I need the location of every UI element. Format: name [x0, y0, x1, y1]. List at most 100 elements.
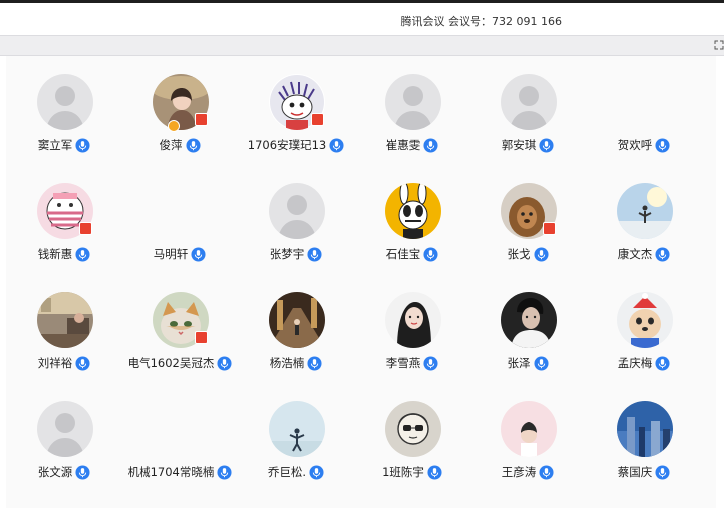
participant-tile[interactable]: 杨浩楠 [238, 274, 354, 374]
participant-tile[interactable]: 电气1602吴冠杰 [122, 274, 238, 374]
participant-tile[interactable]: 张泽 [470, 274, 586, 374]
participant-name-row: 张梦宇 [238, 245, 354, 263]
participant-tile[interactable]: 崔惠雯 [354, 56, 470, 156]
participant-tile[interactable]: 刘祥裕 [6, 274, 122, 374]
microphone-icon[interactable] [309, 464, 324, 480]
microphone-icon[interactable] [655, 137, 670, 153]
participant-name-row: 张文源 [6, 463, 122, 481]
participant-avatar [385, 74, 441, 130]
microphone-icon[interactable] [533, 246, 549, 262]
participant-name-row: 李雪燕 [354, 354, 470, 372]
video-badge-icon [311, 113, 324, 126]
microphone-icon[interactable] [655, 464, 670, 480]
participant-name: 俊萍 [159, 138, 183, 152]
participant-tile[interactable]: 1班陈宇 [354, 383, 470, 483]
participant-avatar [37, 292, 93, 348]
participant-name: 蔡国庆 [617, 465, 653, 479]
participant-name-row: 乔巨松. [238, 463, 354, 481]
participant-tile[interactable]: 贺欢呼 [586, 56, 702, 156]
participant-avatar [617, 401, 673, 457]
participant-tile[interactable]: 石佳宝 [354, 165, 470, 265]
participant-name: 乔巨松. [267, 465, 307, 479]
participant-name: 张泽 [507, 356, 531, 370]
toolbar-strip [0, 35, 724, 56]
participant-name-row: 杨浩楠 [238, 354, 354, 372]
microphone-icon[interactable] [185, 137, 201, 153]
video-badge-icon [543, 222, 556, 235]
microphone-icon[interactable] [75, 137, 90, 153]
participant-name-row: 马明轩 [122, 245, 238, 263]
participant-avatar [385, 183, 441, 239]
participant-avatar [501, 401, 557, 457]
microphone-icon[interactable] [329, 137, 344, 153]
participant-tile[interactable]: 窦立军 [6, 56, 122, 156]
participant-name: 康文杰 [617, 247, 653, 261]
participant-tile[interactable]: 康文杰 [586, 165, 702, 265]
microphone-icon[interactable] [423, 246, 438, 262]
participant-avatar [617, 292, 673, 348]
participant-name-row: 石佳宝 [354, 245, 470, 263]
participant-tile[interactable]: 1706安璞玘13 [238, 56, 354, 156]
participant-name: 孟庆梅 [617, 356, 653, 370]
microphone-icon[interactable] [191, 246, 206, 262]
video-badge-icon [195, 113, 208, 126]
microphone-icon[interactable] [307, 246, 322, 262]
participant-name: 郭安琪 [501, 138, 537, 152]
microphone-icon[interactable] [539, 137, 554, 153]
microphone-icon[interactable] [423, 355, 438, 371]
participant-tile[interactable]: 孟庆梅 [586, 274, 702, 374]
participant-name: 贺欢呼 [617, 138, 653, 152]
participant-tile[interactable]: 张戈 [470, 165, 586, 265]
participant-name: 张梦宇 [269, 247, 305, 261]
microphone-icon[interactable] [539, 464, 554, 480]
participant-name-row: 1706安璞玘13 [238, 136, 354, 154]
participant-name-row: 郭安琪 [470, 136, 586, 154]
expand-icon[interactable] [714, 40, 724, 50]
participant-tile[interactable]: 马明轩 [122, 165, 238, 265]
participant-tile[interactable]: 张梦宇 [238, 165, 354, 265]
participant-tile[interactable]: 乔巨松. [238, 383, 354, 483]
participant-tile[interactable]: 郭安琪 [470, 56, 586, 156]
participant-tile[interactable]: 机械1704常晓楠 [122, 383, 238, 483]
microphone-icon[interactable] [75, 246, 90, 262]
participant-name: 崔惠雯 [385, 138, 421, 152]
participant-name-row: 张戈 [470, 245, 586, 263]
participant-tile[interactable]: 王彦涛 [470, 383, 586, 483]
participant-name-row: 康文杰 [586, 245, 702, 263]
participant-tile[interactable]: 蔡国庆 [586, 383, 702, 483]
participant-avatar [385, 292, 441, 348]
participant-avatar [501, 292, 557, 348]
participant-name: 机械1704常晓楠 [127, 465, 215, 479]
participant-name: 钱新惠 [37, 247, 73, 261]
participant-name-row: 刘祥裕 [6, 354, 122, 372]
microphone-icon[interactable] [75, 355, 90, 371]
participant-name-row: 蔡国庆 [586, 463, 702, 481]
microphone-icon[interactable] [655, 355, 670, 371]
participant-avatar [617, 183, 673, 239]
participant-avatar [269, 292, 325, 348]
microphone-icon[interactable] [307, 355, 322, 371]
participant-tile[interactable]: 钱新惠 [6, 165, 122, 265]
participant-name: 张戈 [507, 247, 531, 261]
participant-avatar [37, 401, 93, 457]
participant-tile[interactable]: 张文源 [6, 383, 122, 483]
microphone-icon[interactable] [427, 464, 442, 480]
video-badge-icon [79, 222, 92, 235]
participant-name-row: 俊萍 [122, 136, 238, 154]
microphone-icon[interactable] [75, 464, 90, 480]
participant-name-row: 孟庆梅 [586, 354, 702, 372]
microphone-icon[interactable] [655, 246, 670, 262]
participant-avatar [269, 401, 325, 457]
participant-name-row: 王彦涛 [470, 463, 586, 481]
participant-name-row: 张泽 [470, 354, 586, 372]
microphone-icon[interactable] [217, 355, 232, 371]
participant-tile[interactable]: 俊萍 [122, 56, 238, 156]
participant-avatar [37, 74, 93, 130]
title-bar: 腾讯会议 会议号：732 091 166 [0, 3, 724, 35]
participant-name-row: 机械1704常晓楠 [122, 463, 238, 481]
participant-tile[interactable]: 李雪燕 [354, 274, 470, 374]
participant-name: 马明轩 [153, 247, 189, 261]
microphone-icon[interactable] [423, 137, 438, 153]
microphone-icon[interactable] [533, 355, 549, 371]
microphone-icon[interactable] [217, 464, 232, 480]
